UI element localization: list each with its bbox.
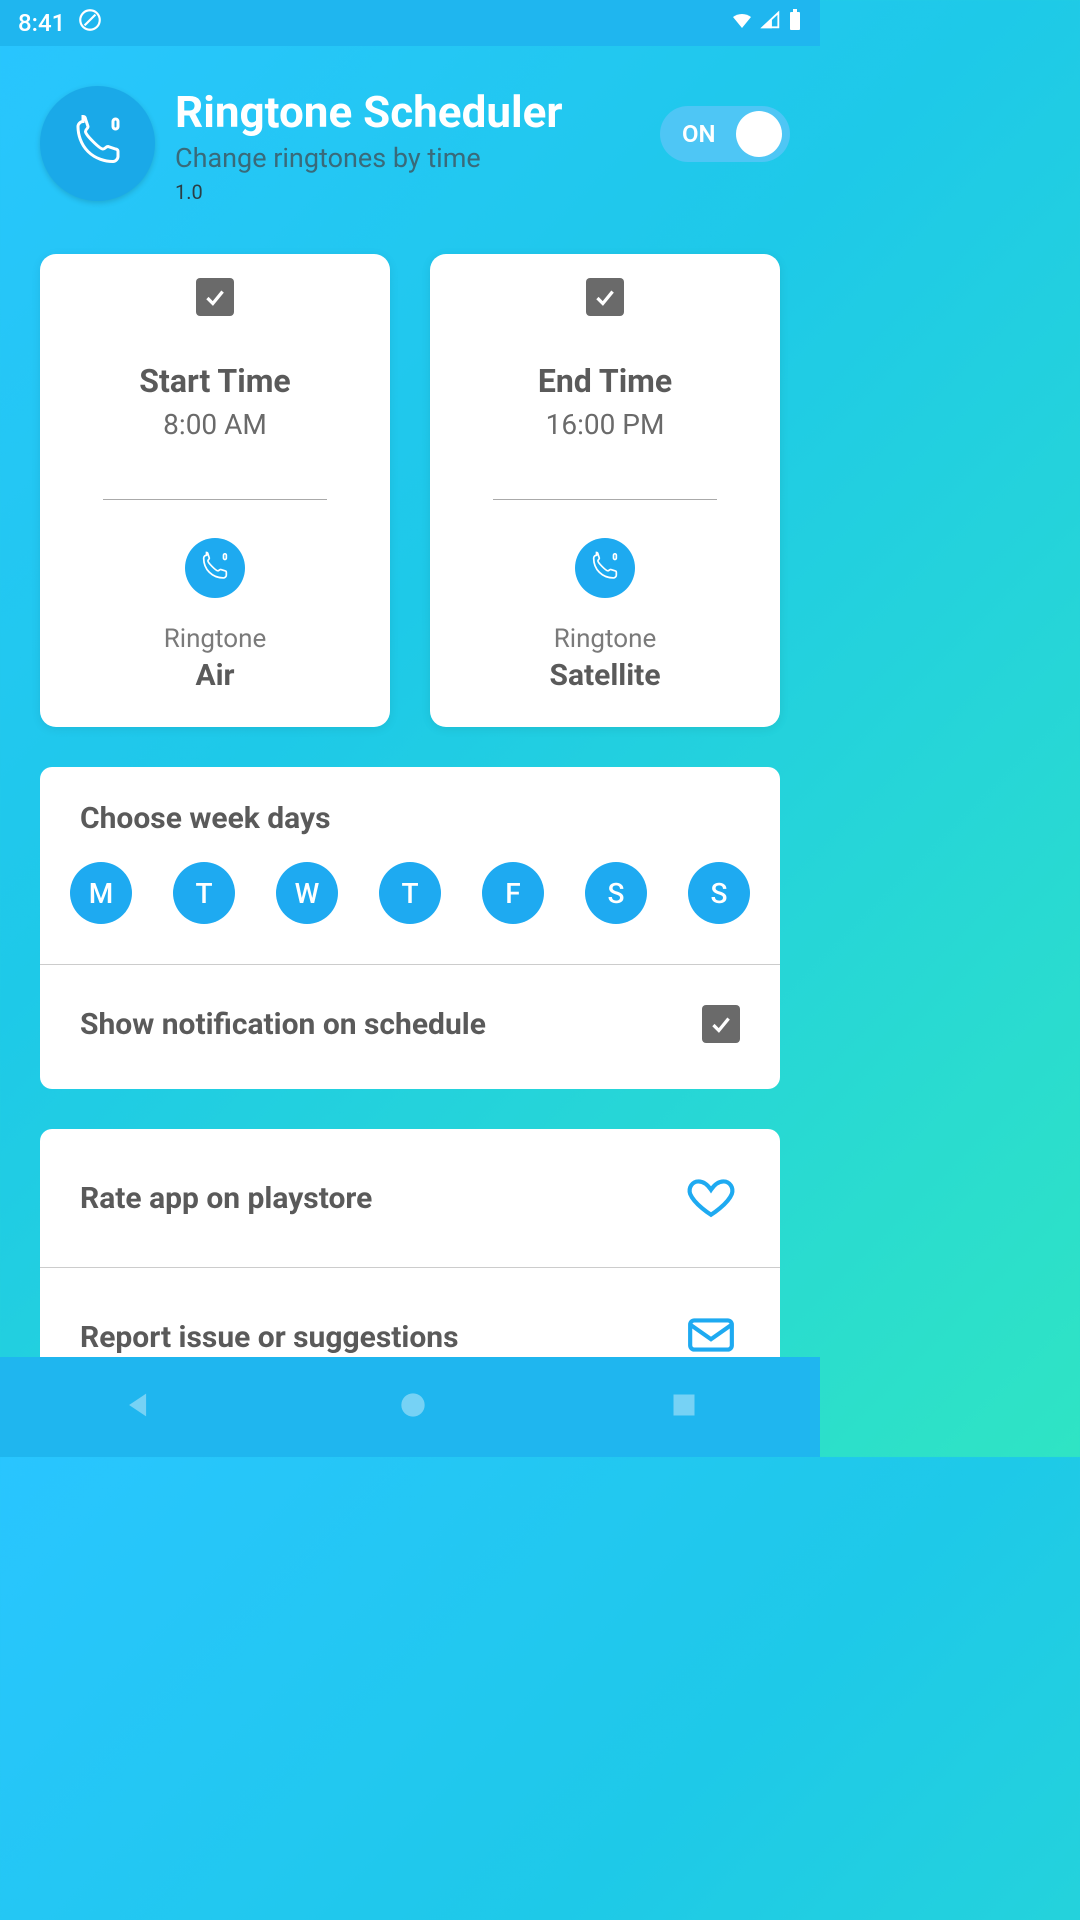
start-time-value[interactable]: 8:00 AM	[60, 408, 370, 441]
start-ringtone-label: Ringtone	[164, 624, 267, 654]
app-version: 1.0	[175, 180, 640, 204]
day-wed[interactable]: W	[276, 862, 338, 924]
app-icon	[40, 86, 155, 201]
wifi-icon	[730, 8, 754, 38]
master-toggle[interactable]: ON	[660, 106, 790, 162]
nav-bar	[0, 1357, 820, 1457]
rate-row[interactable]: Rate app on playstore	[60, 1129, 760, 1267]
rate-label: Rate app on playstore	[80, 1181, 372, 1216]
start-time-label: Start Time	[60, 362, 370, 400]
app-header: Ringtone Scheduler Change ringtones by t…	[0, 46, 820, 224]
end-ringtone-name[interactable]: Satellite	[549, 658, 660, 693]
app-title: Ringtone Scheduler	[175, 86, 640, 138]
status-bar: 8:41	[0, 0, 820, 46]
phone-ringtone-icon[interactable]	[575, 538, 635, 598]
start-time-card[interactable]: Start Time 8:00 AM Ringtone Air	[40, 254, 390, 727]
end-ringtone-label: Ringtone	[549, 624, 660, 654]
end-enabled-checkbox[interactable]	[586, 278, 624, 316]
week-title: Choose week days	[60, 801, 760, 836]
day-mon[interactable]: M	[70, 862, 132, 924]
toggle-knob	[736, 111, 782, 157]
toggle-label: ON	[668, 120, 716, 148]
battery-icon	[788, 8, 802, 38]
day-sat[interactable]: S	[585, 862, 647, 924]
notification-row[interactable]: Show notification on schedule	[60, 965, 760, 1089]
status-time: 8:41	[18, 9, 65, 37]
divider	[103, 499, 326, 500]
settings-card: Choose week days M T W T F S S Show noti…	[40, 767, 780, 1089]
report-label: Report issue or suggestions	[80, 1320, 459, 1355]
day-thu[interactable]: T	[379, 862, 441, 924]
end-time-card[interactable]: End Time 16:00 PM Ringtone Satellite	[430, 254, 780, 727]
dnd-icon	[77, 7, 103, 39]
start-enabled-checkbox[interactable]	[196, 278, 234, 316]
notification-label: Show notification on schedule	[80, 1007, 486, 1042]
app-subtitle: Change ringtones by time	[175, 142, 640, 174]
end-time-value[interactable]: 16:00 PM	[450, 408, 760, 441]
signal-icon	[760, 9, 782, 37]
nav-recent[interactable]	[670, 1391, 698, 1423]
mail-icon	[682, 1310, 740, 1364]
nav-home[interactable]	[399, 1391, 427, 1423]
day-tue[interactable]: T	[173, 862, 235, 924]
phone-ringtone-icon[interactable]	[185, 538, 245, 598]
notification-checkbox[interactable]	[702, 1005, 740, 1043]
nav-back[interactable]	[122, 1388, 156, 1426]
day-fri[interactable]: F	[482, 862, 544, 924]
divider	[493, 499, 716, 500]
end-time-label: End Time	[450, 362, 760, 400]
day-sun[interactable]: S	[688, 862, 750, 924]
heart-icon	[682, 1171, 740, 1225]
start-ringtone-name[interactable]: Air	[164, 658, 267, 693]
